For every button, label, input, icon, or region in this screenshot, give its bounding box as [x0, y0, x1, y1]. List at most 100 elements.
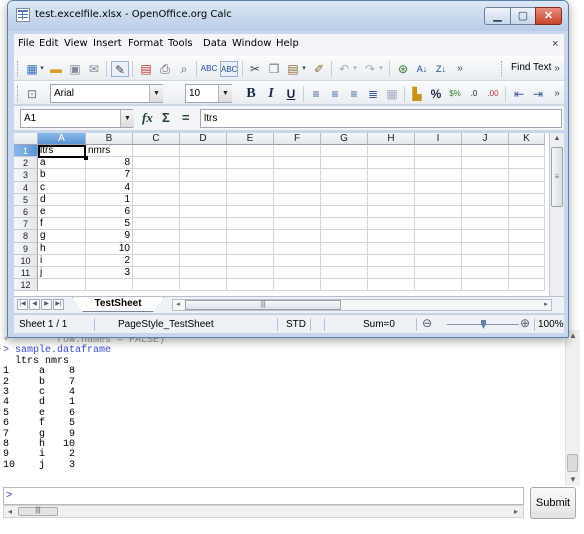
first-sheet-icon[interactable]: |◀ — [17, 299, 28, 310]
grid-cell[interactable] — [462, 279, 509, 292]
row-header[interactable]: 10 — [14, 254, 38, 267]
grid-cell[interactable] — [321, 145, 368, 158]
email-icon[interactable]: ✉ — [85, 61, 103, 77]
grid-cell[interactable] — [462, 218, 509, 231]
fill-handle[interactable] — [84, 156, 88, 160]
grid-cell[interactable] — [509, 242, 545, 255]
grid-cell[interactable] — [321, 254, 368, 267]
grid-cell[interactable] — [180, 267, 227, 280]
font-size-select[interactable]: 10 ▼ — [185, 84, 232, 103]
export-pdf-icon[interactable]: ▤ — [137, 61, 155, 77]
grid-cell[interactable] — [462, 145, 509, 158]
delete-decimal-button[interactable]: .00 — [484, 86, 502, 102]
grid-cell[interactable]: 10 — [86, 242, 133, 255]
grid-cell[interactable] — [368, 254, 415, 267]
grid-cell[interactable] — [321, 279, 368, 292]
grid-cell[interactable] — [180, 254, 227, 267]
menu-help[interactable]: Help — [276, 38, 299, 49]
row-header[interactable]: 1 — [14, 145, 38, 158]
grid-cell[interactable] — [227, 193, 274, 206]
grid-cell[interactable] — [133, 242, 180, 255]
percent-button[interactable]: % — [427, 86, 445, 102]
grid-cell[interactable] — [368, 206, 415, 219]
grid-cell[interactable]: 9 — [86, 230, 133, 243]
maximize-button[interactable]: ▢ — [510, 7, 536, 25]
grid-cell[interactable]: b — [38, 169, 86, 182]
next-sheet-icon[interactable]: ▶ — [41, 299, 52, 310]
row-header[interactable]: 6 — [14, 206, 38, 219]
grid-cell[interactable]: f — [38, 218, 86, 231]
sort-descending-icon[interactable]: Z↓ — [432, 61, 450, 77]
grid-cell[interactable] — [274, 169, 321, 182]
hyperlink-icon[interactable]: ⊛ — [394, 61, 412, 77]
grid-cell[interactable] — [180, 230, 227, 243]
grid-cell[interactable]: 8 — [86, 157, 133, 170]
zoom-slider-handle[interactable] — [481, 320, 486, 329]
add-decimal-button[interactable]: .0 — [465, 86, 483, 102]
align-center-icon[interactable]: ≡ — [326, 86, 344, 102]
grid-cell[interactable] — [415, 279, 462, 292]
row-header[interactable]: 5 — [14, 193, 38, 206]
scroll-down-arrow-icon[interactable]: ▼ — [567, 474, 579, 485]
menu-tools[interactable]: Tools — [168, 38, 193, 49]
justify-icon[interactable]: ≣ — [364, 86, 382, 102]
grid-cell[interactable] — [274, 254, 321, 267]
grid-cell[interactable] — [180, 169, 227, 182]
function-wizard-icon[interactable]: fx — [142, 110, 153, 126]
toolbar-overflow-icon[interactable]: » — [451, 61, 469, 77]
grid-cell[interactable] — [180, 218, 227, 231]
toolbar-grip[interactable] — [501, 61, 504, 77]
open-folder-icon[interactable]: ▬ — [47, 61, 65, 77]
grid-cell[interactable]: 6 — [86, 206, 133, 219]
function-icon[interactable]: = — [182, 110, 190, 126]
find-text-label[interactable]: Find Text — [511, 62, 551, 73]
column-header-d[interactable]: D — [180, 133, 227, 145]
decrease-indent-icon[interactable]: ⇤ — [510, 86, 528, 102]
grid-cell[interactable]: 4 — [86, 181, 133, 194]
column-header-k[interactable]: K — [509, 133, 545, 145]
grid-cell[interactable] — [321, 230, 368, 243]
grid-cell[interactable] — [227, 254, 274, 267]
grid-horizontal-scrollbar[interactable]: ◂ ||| ▸ — [172, 299, 552, 311]
grid-cell[interactable] — [274, 206, 321, 219]
grid-cell[interactable] — [368, 169, 415, 182]
chevron-down-icon[interactable]: ▾ — [351, 61, 359, 77]
console-horizontal-scrollbar[interactable]: ◂ ||| ▸ — [3, 505, 524, 518]
grid-cell[interactable] — [133, 230, 180, 243]
scroll-left-arrow-icon[interactable]: ◂ — [4, 506, 16, 517]
menu-view[interactable]: View — [64, 38, 88, 49]
grid-cell[interactable] — [133, 193, 180, 206]
column-header-j[interactable]: J — [462, 133, 509, 145]
toolbar-grip[interactable] — [17, 86, 20, 102]
row-header[interactable]: 12 — [14, 279, 38, 292]
menu-file[interactable]: File — [18, 38, 35, 49]
align-right-icon[interactable]: ≡ — [345, 86, 363, 102]
grid-cell[interactable] — [462, 206, 509, 219]
grid-cell[interactable] — [227, 279, 274, 292]
grid-cell[interactable] — [227, 218, 274, 231]
column-header-f[interactable]: F — [274, 133, 321, 145]
grid-cell[interactable] — [509, 267, 545, 280]
scroll-right-arrow-icon[interactable]: ▸ — [541, 300, 551, 310]
grid-cell[interactable] — [462, 230, 509, 243]
title-bar[interactable]: test.excelfile.xlsx - OpenOffice.org Cal… — [8, 1, 568, 31]
format-paintbrush-icon[interactable]: ✐ — [310, 61, 328, 77]
grid-cell[interactable]: c — [38, 181, 86, 194]
grid-cell[interactable] — [509, 218, 545, 231]
grid-cell[interactable]: h — [38, 242, 86, 255]
grid-cell[interactable] — [180, 181, 227, 194]
column-header-i[interactable]: I — [415, 133, 462, 145]
grid-cell[interactable] — [180, 279, 227, 292]
sort-ascending-icon[interactable]: A↓ — [413, 61, 431, 77]
grid-cell[interactable]: a — [38, 157, 86, 170]
cut-icon[interactable]: ✂ — [246, 61, 264, 77]
grid-cell[interactable] — [38, 279, 86, 292]
grid-cell[interactable]: 3 — [86, 267, 133, 280]
grid-cell[interactable] — [462, 169, 509, 182]
grid-cell[interactable] — [321, 242, 368, 255]
grid-cell[interactable] — [368, 181, 415, 194]
grid-cell[interactable] — [227, 206, 274, 219]
console-input-field[interactable]: > — [3, 487, 524, 505]
grid-cell[interactable] — [509, 279, 545, 292]
row-header[interactable]: 4 — [14, 181, 38, 194]
